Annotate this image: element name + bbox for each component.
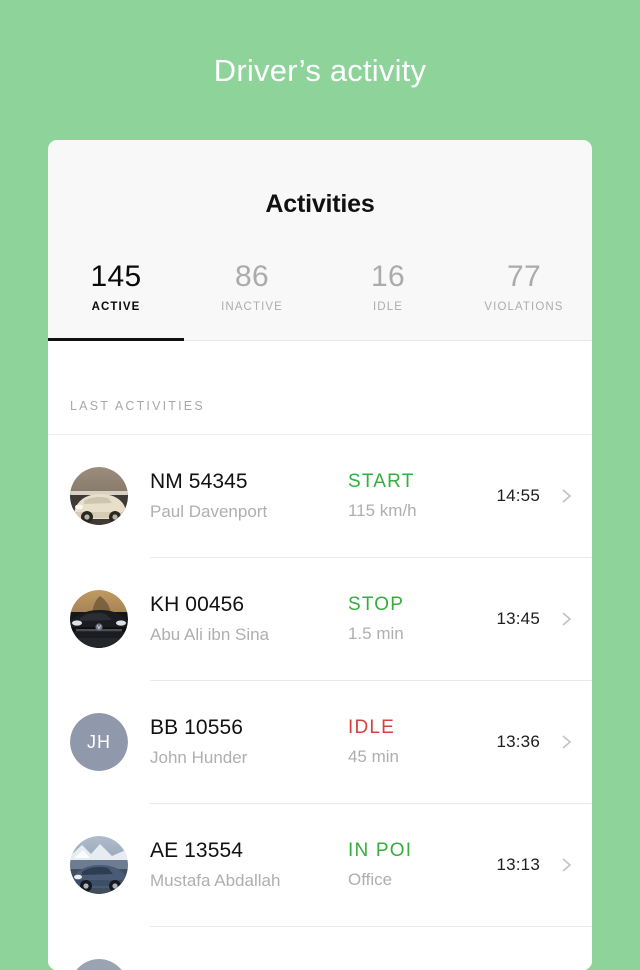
table-row[interactable]: AE 13554 Mustafa Abdallah IN POI Office …	[48, 804, 592, 927]
activities-card: Activities 145 ACTIVE 86 INACTIVE 16 IDL…	[48, 140, 592, 970]
table-row[interactable]: NM 54345 Paul Davenport START 115 km/h 1…	[48, 435, 592, 558]
status-info: START 115 km/h	[348, 469, 496, 523]
stats-tabs: 145 ACTIVE 86 INACTIVE 16 IDLE 77 VIOLAT…	[48, 261, 592, 341]
vehicle-plate: KH 00456	[150, 591, 348, 619]
vehicle-plate: NM 54345	[150, 468, 348, 496]
chevron-right-icon[interactable]	[556, 609, 576, 629]
avatar: JH	[70, 713, 128, 771]
tab-idle-count: 16	[320, 261, 456, 293]
status-detail: 45 min	[348, 744, 496, 770]
driver-name: Abu Ali ibn Sina	[150, 622, 348, 648]
tab-inactive[interactable]: 86 INACTIVE	[184, 261, 320, 341]
status-badge: IDLE	[348, 715, 496, 741]
activity-time: 13:45	[496, 609, 556, 629]
table-row[interactable]	[48, 927, 592, 970]
section-header-last-activities: LAST ACTIVITIES	[48, 341, 592, 435]
avatar-initials: JH	[70, 713, 128, 771]
status-detail: 1.5 min	[348, 621, 496, 647]
table-row[interactable]: JH BB 10556 John Hunder IDLE 45 min 13:3…	[48, 681, 592, 804]
vehicle-info: AE 13554 Mustafa Abdallah	[150, 837, 348, 894]
status-info: IDLE 45 min	[348, 715, 496, 769]
status-info: STOP 1.5 min	[348, 592, 496, 646]
driver-name: Paul Davenport	[150, 499, 348, 525]
status-detail: 115 km/h	[348, 498, 496, 524]
avatar	[70, 959, 128, 970]
status-info: IN POI Office	[348, 838, 496, 892]
card-title: Activities	[48, 140, 592, 219]
tab-violations[interactable]: 77 VIOLATIONS	[456, 261, 592, 341]
chevron-right-icon[interactable]	[556, 732, 576, 752]
status-badge: START	[348, 469, 496, 495]
activity-time: 13:36	[496, 732, 556, 752]
activities-list: NM 54345 Paul Davenport START 115 km/h 1…	[48, 435, 592, 970]
vehicle-plate: BB 10556	[150, 714, 348, 742]
vehicle-info: NM 54345 Paul Davenport	[150, 468, 348, 525]
activity-time: 14:55	[496, 486, 556, 506]
tab-active-count: 145	[48, 261, 184, 293]
driver-name: John Hunder	[150, 745, 348, 771]
tab-active-label: ACTIVE	[48, 301, 184, 313]
activity-time: 13:13	[496, 855, 556, 875]
page-title: Driver’s activity	[0, 53, 640, 89]
avatar	[70, 590, 128, 648]
active-tab-underline	[48, 338, 184, 341]
tab-active[interactable]: 145 ACTIVE	[48, 261, 184, 341]
tab-violations-count: 77	[456, 261, 592, 293]
tab-idle[interactable]: 16 IDLE	[320, 261, 456, 341]
vehicle-plate: AE 13554	[150, 837, 348, 865]
status-badge: IN POI	[348, 838, 496, 864]
tab-inactive-label: INACTIVE	[184, 301, 320, 313]
tab-inactive-count: 86	[184, 261, 320, 293]
chevron-right-icon[interactable]	[556, 855, 576, 875]
avatar	[70, 467, 128, 525]
vehicle-info: KH 00456 Abu Ali ibn Sina	[150, 591, 348, 648]
status-badge: STOP	[348, 592, 496, 618]
vehicle-info: BB 10556 John Hunder	[150, 714, 348, 771]
driver-name: Mustafa Abdallah	[150, 868, 348, 894]
chevron-right-icon[interactable]	[556, 486, 576, 506]
table-row[interactable]: KH 00456 Abu Ali ibn Sina STOP 1.5 min 1…	[48, 558, 592, 681]
avatar	[70, 836, 128, 894]
status-detail: Office	[348, 867, 496, 893]
tab-idle-label: IDLE	[320, 301, 456, 313]
tab-violations-label: VIOLATIONS	[456, 301, 592, 313]
